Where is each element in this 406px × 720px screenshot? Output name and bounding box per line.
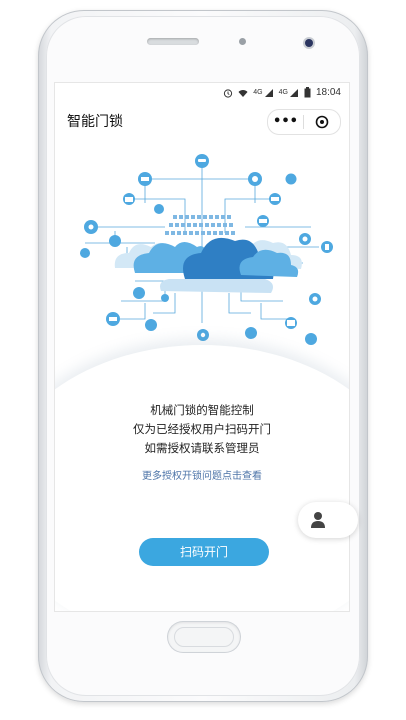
description-text: 机械门锁的智能控制 仅为已经授权用户扫码开门 如需授权请联系管理员: [55, 401, 349, 458]
cloud-group: [114, 237, 302, 293]
group-node-icon: [109, 235, 121, 247]
battery-icon: [304, 87, 311, 98]
user-icon: [311, 512, 325, 528]
music-node-icon: [133, 287, 145, 299]
signal-icon-2: [289, 88, 298, 97]
cloud-network-illustration: [80, 154, 333, 345]
shop-node-icon: [285, 173, 297, 185]
description-line-3: 如需授权请联系管理员: [144, 441, 260, 455]
support-floating-button[interactable]: [298, 502, 358, 538]
dot-node-icon: [161, 294, 169, 302]
signal-icon: [264, 88, 273, 97]
earpiece-speaker: [147, 38, 199, 45]
alarm-icon: [224, 88, 233, 98]
description-line-2: 仅为已经授权用户扫码开门: [133, 422, 271, 436]
wifi-icon: [238, 89, 248, 97]
home-button-inner: [174, 627, 234, 647]
miniprogram-capsule: •••: [267, 109, 341, 135]
status-icons: 4G 4G 18:04: [223, 87, 341, 98]
page-title: 智能门锁: [67, 114, 123, 130]
building-node-icon: [305, 333, 317, 345]
proximity-sensor: [239, 38, 246, 45]
data-grid: [165, 215, 235, 235]
description-line-1: 机械门锁的智能控制: [150, 403, 254, 417]
front-camera-icon: [305, 39, 313, 47]
close-button[interactable]: [304, 115, 339, 129]
scan-open-door-button[interactable]: 扫码开门: [139, 538, 269, 566]
status-time: 18:04: [315, 87, 341, 98]
status-bar: 4G 4G 18:04: [55, 83, 349, 103]
more-button[interactable]: •••: [268, 110, 303, 134]
home-button[interactable]: [168, 622, 240, 652]
factory-node-icon: [145, 319, 157, 331]
chart-node-icon: [80, 248, 90, 258]
close-target-icon: [315, 115, 328, 129]
bike-node-icon: [245, 327, 257, 339]
watch-node-icon: [154, 204, 164, 214]
network-type-label: 4G: [253, 89, 263, 96]
navigation-bar: 智能门锁 •••: [55, 103, 349, 139]
help-link[interactable]: 更多授权开锁问题点击查看: [55, 467, 349, 482]
network-type-label-2: 4G: [278, 89, 288, 96]
